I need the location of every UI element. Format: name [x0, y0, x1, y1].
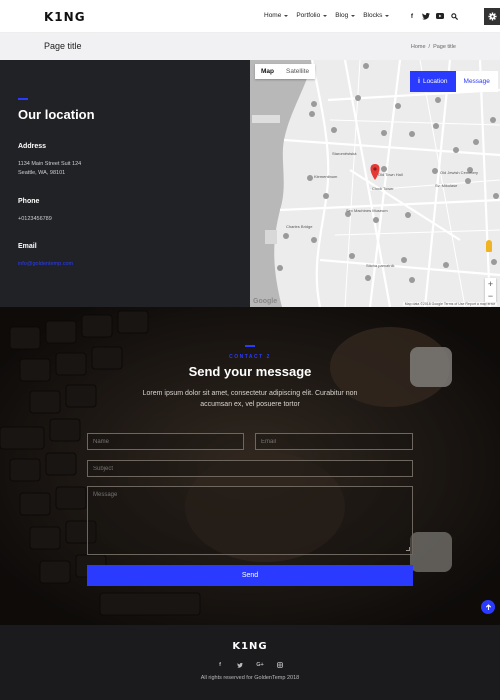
email-input[interactable]	[255, 433, 413, 450]
chevron-down-icon	[284, 14, 289, 17]
address-line2: Seattle, WA, 98101	[18, 170, 66, 176]
nav-item-home[interactable]: Home	[264, 12, 289, 19]
site-logo[interactable]: K1NG	[44, 10, 86, 24]
send-button[interactable]: Send	[87, 565, 413, 586]
twitter-icon[interactable]	[236, 661, 244, 669]
footer-social: f G+	[0, 661, 500, 669]
map-place-label: Old Jewish Cemetery	[440, 170, 478, 175]
chevron-down-icon	[323, 14, 328, 17]
site-header: K1NG Home Portfolio Blog Blocks f	[0, 0, 500, 33]
nav-item-label: Blocks	[363, 12, 383, 19]
map-type-tabs: Map Satellite	[255, 64, 316, 79]
textarea-resize-handle[interactable]	[406, 547, 410, 551]
message-button-label: Message	[463, 78, 490, 85]
nav-item-label: Home	[264, 12, 282, 19]
nav-item-label: Portfolio	[296, 12, 321, 19]
chevron-down-icon	[351, 14, 356, 17]
settings-button[interactable]	[484, 8, 500, 25]
instagram-icon[interactable]	[276, 661, 284, 669]
page-title-bar: Page title Home / Page title	[0, 33, 500, 60]
location-button-label: Location	[422, 78, 448, 85]
map-place-label: Sticha pamatnik	[366, 263, 394, 268]
nav-item-label: Blog	[335, 12, 349, 19]
breadcrumb: Home / Page title	[411, 44, 456, 50]
map-tab-map[interactable]: Map	[255, 64, 280, 79]
map-place-label: Old Town Hall	[378, 172, 403, 177]
breadcrumb-home[interactable]: Home	[411, 44, 426, 50]
location-title: Our location	[18, 107, 95, 122]
zoom-out-button[interactable]: −	[485, 290, 496, 302]
breadcrumb-current: Page title	[433, 44, 456, 50]
facebook-icon[interactable]: f	[216, 661, 224, 669]
page-title: Page title	[44, 41, 82, 51]
arrow-up-icon	[485, 603, 491, 610]
youtube-icon[interactable]	[436, 12, 444, 20]
facebook-icon[interactable]: f	[408, 12, 416, 20]
map-zoom-control: + −	[485, 278, 496, 302]
map-place-label: Charles Bridge	[286, 224, 313, 229]
contact-kicker: CONTACT 2	[229, 354, 271, 360]
map-place-label: Klementinum	[314, 174, 338, 179]
contact-section: CONTACT 2 Send your message Lorem ipsum …	[0, 307, 500, 625]
map-place-label: Staroměstská	[332, 151, 357, 156]
location-panel: Our location Address 1134 Main Street Su…	[0, 60, 250, 307]
accent-divider	[245, 345, 255, 347]
page: K1NG Home Portfolio Blog Blocks f Page t…	[0, 0, 500, 700]
footer-logo[interactable]: K1NG	[0, 641, 500, 652]
google-plus-icon[interactable]: G+	[256, 661, 264, 669]
phone-heading: Phone	[18, 198, 40, 205]
contact-title: Send your message	[188, 364, 312, 379]
map-place-label: Sv. Mikulase	[435, 183, 458, 188]
info-icon: i	[418, 78, 420, 85]
map-place-label: Clock Tower	[372, 186, 394, 191]
map-canvas[interactable]: Staroměstská Klementinum Sex Machines Mu…	[250, 60, 500, 307]
accent-divider	[18, 98, 28, 100]
breadcrumb-separator: /	[428, 44, 431, 50]
gear-icon	[487, 12, 497, 21]
site-footer: K1NG f G+ All rights reserved for Golden…	[0, 625, 500, 700]
subject-input[interactable]	[87, 460, 413, 477]
twitter-icon[interactable]	[422, 12, 430, 20]
email-heading: Email	[18, 243, 37, 250]
nav-item-portfolio[interactable]: Portfolio	[296, 12, 328, 19]
nav-item-blocks[interactable]: Blocks	[363, 12, 390, 19]
map-widget[interactable]: Staroměstská Klementinum Sex Machines Mu…	[250, 60, 500, 307]
chevron-down-icon	[385, 14, 390, 17]
header-social: f	[408, 12, 458, 20]
message-button[interactable]: Message	[410, 71, 498, 92]
map-tab-satellite[interactable]: Satellite	[280, 64, 315, 79]
map-place-label: Sex Machines Museum	[346, 208, 388, 213]
google-logo: Google	[253, 298, 278, 305]
envelope-icon	[410, 71, 417, 76]
phone-value: +0123456789	[18, 216, 52, 222]
street-view-pegman-icon[interactable]	[486, 240, 492, 252]
contact-description: Lorem ipsum dolor sit amet, consectetur …	[142, 390, 358, 408]
address-heading: Address	[18, 143, 47, 150]
map-panel-toggles: i Location Message	[410, 71, 498, 92]
map-attribution[interactable]: Map data ©2018 Google Terms of Use Repor…	[402, 302, 497, 306]
nav-item-blog[interactable]: Blog	[335, 12, 356, 19]
message-textarea[interactable]	[87, 486, 413, 555]
search-icon[interactable]	[450, 12, 458, 20]
scroll-to-top-button[interactable]	[481, 600, 495, 614]
zoom-in-button[interactable]: +	[485, 278, 496, 290]
email-link[interactable]: info@goldentemp.com	[18, 260, 73, 270]
main-nav: Home Portfolio Blog Blocks	[264, 12, 390, 19]
copyright-text: All rights reserved for GoldenTemp 2018	[200, 675, 300, 681]
name-input[interactable]	[87, 433, 244, 450]
